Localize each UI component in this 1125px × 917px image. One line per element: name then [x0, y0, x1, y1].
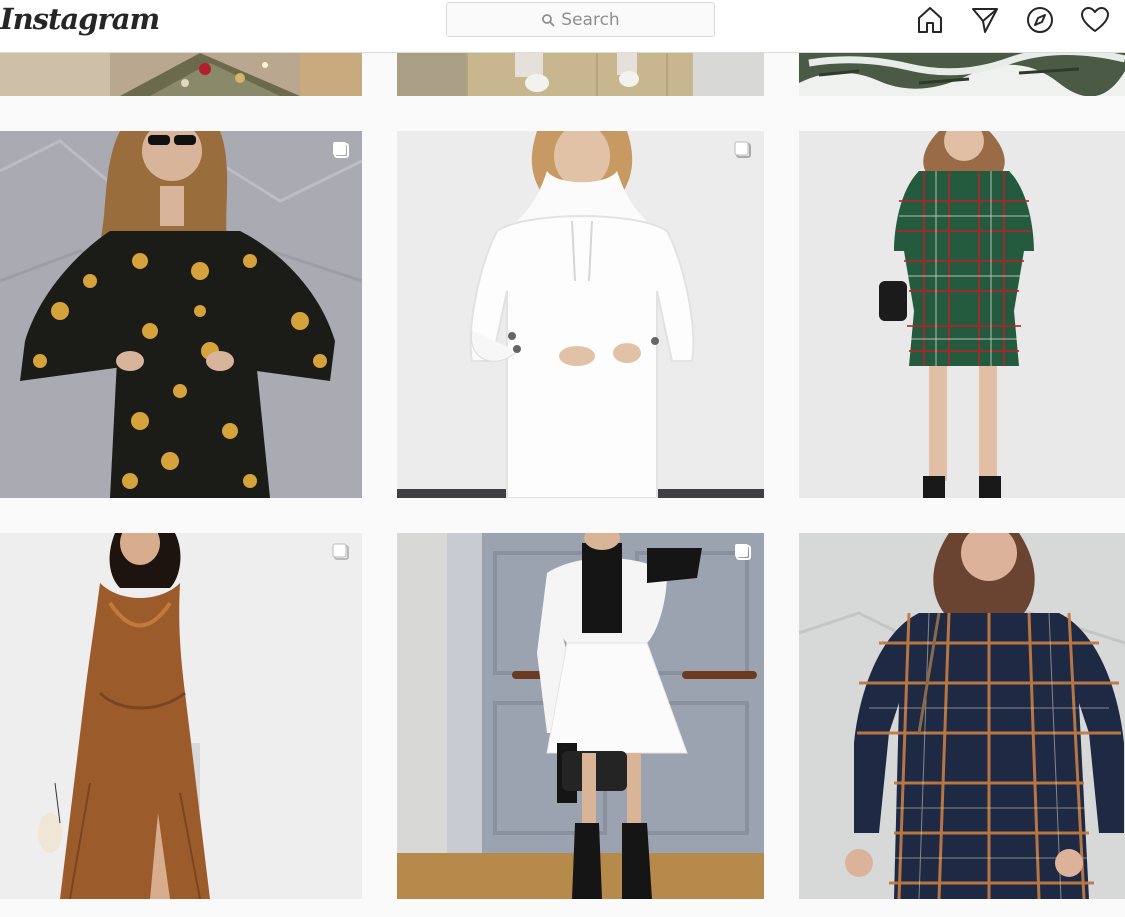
post-image	[0, 53, 362, 96]
post-image	[397, 131, 764, 498]
instagram-logo[interactable]: Instagram	[0, 2, 160, 36]
activity-heart-icon[interactable]	[1080, 5, 1110, 35]
direct-message-icon[interactable]	[970, 5, 1000, 35]
explore-grid	[0, 0, 1125, 917]
post-image	[799, 533, 1125, 899]
post-tile[interactable]	[397, 53, 764, 96]
post-image	[0, 533, 362, 899]
post-tile[interactable]	[397, 533, 764, 899]
post-tile[interactable]	[799, 53, 1125, 96]
post-tile[interactable]	[799, 533, 1125, 899]
post-tile[interactable]	[0, 131, 362, 498]
multi-post-icon	[734, 141, 751, 158]
post-tile[interactable]	[0, 53, 362, 96]
multi-post-icon	[332, 543, 349, 560]
explore-icon[interactable]	[1025, 5, 1055, 35]
search-input[interactable]: Search	[446, 2, 715, 37]
post-image	[799, 53, 1125, 96]
multi-post-icon	[333, 142, 349, 158]
post-tile[interactable]	[799, 131, 1125, 498]
post-image	[397, 53, 764, 96]
post-tile[interactable]	[397, 131, 764, 498]
top-navigation-bar: Instagram Search	[0, 0, 1125, 53]
post-image	[397, 533, 764, 899]
multi-post-icon	[735, 544, 751, 560]
search-placeholder: Search	[561, 9, 620, 30]
home-icon[interactable]	[915, 5, 945, 35]
search-icon	[542, 13, 555, 26]
post-image	[799, 131, 1125, 498]
post-image	[0, 131, 362, 498]
post-tile[interactable]	[0, 533, 362, 899]
